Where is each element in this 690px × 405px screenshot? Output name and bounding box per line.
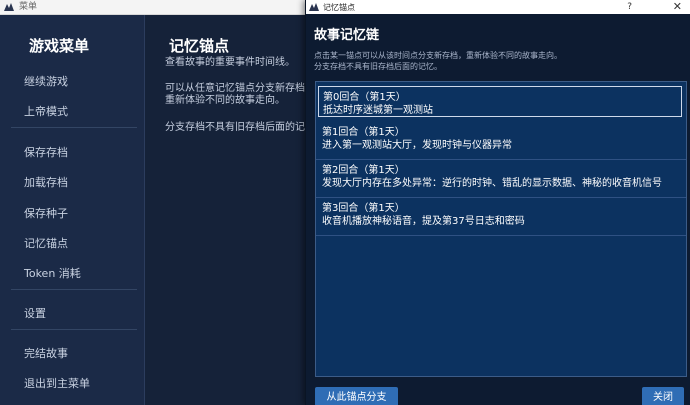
dialog-description: 分支存档不具有旧存档后面的记忆。 <box>314 62 442 71</box>
sidebar-title: 游戏菜单 <box>29 37 90 55</box>
menu-item-save[interactable]: 保存存档 <box>24 144 68 160</box>
anchor-turn: 第3回合（第1天） <box>322 203 405 214</box>
help-icon[interactable]: ? <box>627 0 632 14</box>
dialog-heading: 故事记忆链 <box>314 28 380 43</box>
close-icon[interactable]: ✕ <box>673 0 682 14</box>
menu-item-continue[interactable]: 继续游戏 <box>24 73 68 89</box>
anchor-list: 第0回合（第1天） 抵达时序迷城第一观测站 第1回合（第1天） 进入第一观测站大… <box>315 81 687 377</box>
menu-item-god-mode[interactable]: 上帝模式 <box>24 103 68 119</box>
dialog-title: 记忆锚点 <box>323 2 355 12</box>
menu-item-save-seed[interactable]: 保存种子 <box>24 205 68 221</box>
anchor-turn: 第0回合（第1天） <box>323 92 406 103</box>
menu-item-exit-main-menu[interactable]: 退出到主菜单 <box>24 375 90 391</box>
dialog-description: 点击某一锚点可以从该时间点分支新存档，重新体验不同的故事走向。 <box>314 51 562 60</box>
panel-text: 查看故事的重要事件时间线。 <box>165 57 295 68</box>
game-menu-sidebar: 游戏菜单 继续游戏 上帝模式 保存存档 加载存档 保存种子 记忆锚点 Token… <box>0 15 145 405</box>
anchor-turn: 第1回合（第1天） <box>322 127 405 138</box>
menu-item-token-usage[interactable]: Token 消耗 <box>24 265 81 281</box>
menu-item-settings[interactable]: 设置 <box>24 305 46 321</box>
anchor-item[interactable]: 第2回合（第1天） 发现大厅内存在多处异常：逆行的时钟、错乱的显示数据、神秘的收… <box>316 160 686 198</box>
anchor-desc: 发现大厅内存在多处异常：逆行的时钟、错乱的显示数据、神秘的收音机信号 <box>322 178 662 189</box>
close-button[interactable]: 关闭 <box>642 387 684 405</box>
menu-item-load[interactable]: 加载存档 <box>24 174 68 190</box>
menu-item-end-story[interactable]: 完结故事 <box>24 345 68 361</box>
anchor-item[interactable]: 第1回合（第1天） 进入第一观测站大厅，发现时钟与仪器异常 <box>316 122 686 160</box>
anchor-item[interactable]: 第3回合（第1天） 收音机播放神秘语音，提及第37号日志和密码 <box>316 198 686 236</box>
anchor-desc: 收音机播放神秘语音，提及第37号日志和密码 <box>322 216 525 227</box>
menu-window-title: 菜单 <box>19 2 38 12</box>
panel-text: 分支存档不具有旧存档后面的记忆。 <box>165 122 325 133</box>
sidebar-divider <box>11 329 137 330</box>
app-logo-icon <box>309 2 319 11</box>
anchor-desc: 进入第一观测站大厅，发现时钟与仪器异常 <box>322 140 512 151</box>
anchor-desc: 抵达时序迷城第一观测站 <box>323 105 433 116</box>
anchor-turn: 第2回合（第1天） <box>322 165 405 176</box>
sidebar-divider <box>11 127 137 128</box>
branch-from-anchor-button[interactable]: 从此锚点分支 <box>315 387 398 405</box>
sidebar-divider <box>11 289 137 290</box>
menu-item-memory-anchor[interactable]: 记忆锚点 <box>24 235 68 251</box>
panel-title: 记忆锚点 <box>169 37 230 55</box>
app-logo-icon <box>4 2 14 11</box>
panel-text: 重新体验不同的故事走向。 <box>165 95 285 106</box>
anchor-item[interactable]: 第0回合（第1天） 抵达时序迷城第一观测站 <box>318 86 682 117</box>
memory-anchor-dialog: 记忆锚点 ? ✕ 故事记忆链 点击某一锚点可以从该时间点分支新存档，重新体验不同… <box>305 0 690 405</box>
dialog-titlebar: 记忆锚点 ? ✕ <box>306 0 690 14</box>
